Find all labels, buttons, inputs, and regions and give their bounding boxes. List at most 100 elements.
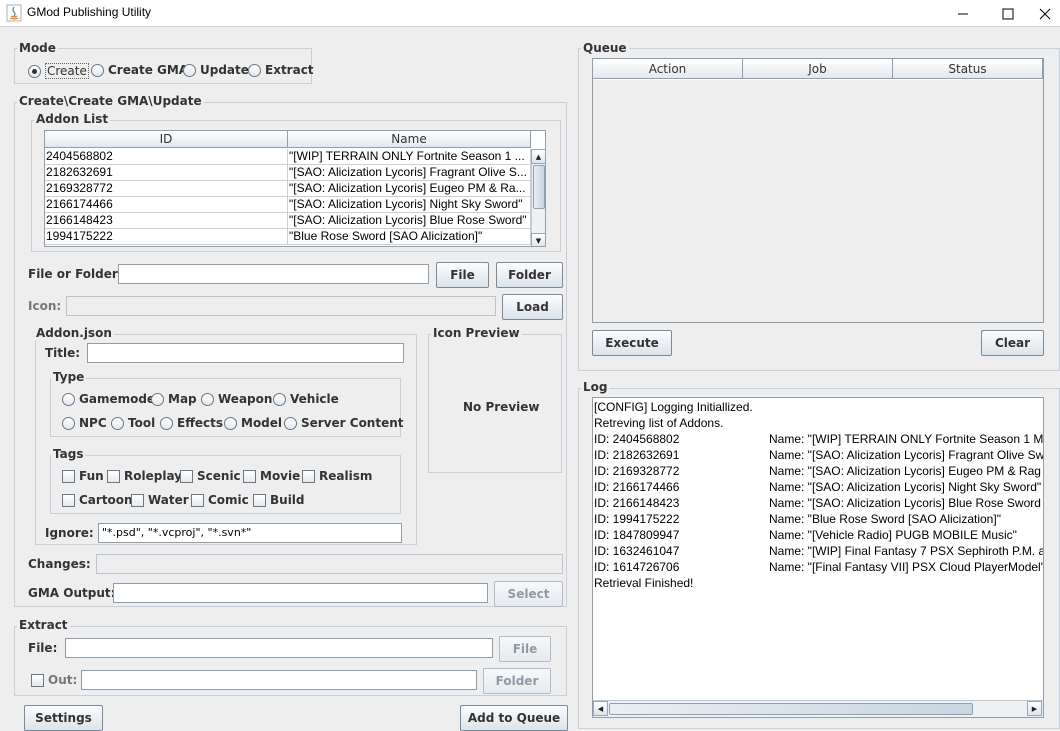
log-title: Log [581,380,610,394]
table-row[interactable]: 2182632691 "[SAO: Alicization Lycoris] Fr… [45,165,531,181]
out-checkbox[interactable]: Out: [31,673,77,687]
type-radio-map[interactable]: Map [151,392,197,406]
extract-file-label: File: [28,641,58,655]
tag-checkbox-comic[interactable]: Comic [191,493,249,507]
log-entry-id: ID: 1847809947 [594,528,680,542]
type-radio-effects[interactable]: Effects [160,416,223,430]
addon-list-title: Addon List [34,112,111,126]
tag-checkbox-water[interactable]: Water [131,493,189,507]
addon-id-cell: 2166174466 [45,197,288,212]
addon-json-title: Addon.json [34,326,114,340]
scroll-left-button[interactable]: ◀ [593,701,608,716]
addon-table-scrollbar[interactable]: ▲ ▼ [531,149,545,246]
queue-table-header: Action Job Status [593,59,1043,79]
addon-name-cell: "[SAO: Alicization Lycoris] Blue Rose Sw… [288,213,531,228]
gma-output-input[interactable] [113,583,488,603]
title-input[interactable] [87,343,404,363]
queue-empty-area [593,80,1043,322]
tag-checkbox-movie[interactable]: Movie [243,469,300,483]
type-radio-vehicle[interactable]: Vehicle [273,392,339,406]
tag-checkbox-realism[interactable]: Realism [302,469,372,483]
tags-title: Tags [51,447,86,461]
type-title: Type [51,370,87,384]
tag-checkbox-cartoon[interactable]: Cartoon [62,493,133,507]
column-job[interactable]: Job [743,59,893,78]
addon-name-cell: "[SAO: Alicization Lycoris] Fragrant Oli… [288,165,531,180]
icon-preview-title: Icon Preview [431,326,522,340]
extract-file-button[interactable]: File [499,636,551,662]
log-entry-name: Name: "[Vehicle Radio] PUGB MOBILE Music… [769,528,1017,542]
gma-output-label: GMA Output: [28,586,116,600]
extract-file-input[interactable] [65,638,493,658]
mode-radio-create-gma[interactable]: Create GMA [91,63,188,77]
close-button[interactable] [1030,0,1060,27]
type-radio-npc[interactable]: NPC [62,416,107,430]
tag-checkbox-fun[interactable]: Fun [62,469,104,483]
close-icon [1039,8,1051,19]
settings-button[interactable]: Settings [24,705,103,731]
create-group-title: Create\Create GMA\Update [17,94,204,108]
log-entry-id: ID: 2182632691 [594,448,680,462]
table-row[interactable]: 2166174466 "[SAO: Alicization Lycoris] Ni… [45,197,531,213]
mode-radio-update[interactable]: Update [183,63,249,77]
tag-checkbox-roleplay[interactable]: Roleplay [107,469,182,483]
type-radio-server-content[interactable]: Server Content [284,416,404,430]
column-status[interactable]: Status [893,59,1043,78]
changes-label: Changes: [28,557,91,571]
queue-table[interactable]: Action Job Status [592,58,1044,323]
type-radio-tool[interactable]: Tool [111,416,155,430]
title-label: Title: [45,346,81,360]
folder-button[interactable]: Folder [496,262,563,288]
clear-button[interactable]: Clear [981,330,1044,356]
log-scroll-thumb[interactable] [609,703,973,715]
addon-table[interactable]: ID Name 2404568802 "[WIP] TERRAIN ONLY Fo… [44,130,546,247]
log-entry-id: ID: 2169328772 [594,464,680,478]
extract-out-input[interactable] [81,670,477,690]
execute-button[interactable]: Execute [592,330,672,356]
table-row[interactable]: 2169328772 "[SAO: Alicization Lycoris] Eu… [45,181,531,197]
ignore-input[interactable]: "*.psd", "*.vcproj", "*.svn*" [98,523,402,543]
scroll-thumb[interactable] [533,165,545,209]
tag-checkbox-scenic[interactable]: Scenic [180,469,241,483]
scroll-right-button[interactable]: ▶ [1027,701,1042,716]
log-entry-name: Name: "[WIP] Final Fantasy 7 PSX Sephiro… [769,544,1044,558]
log-entry-name: Name: "[SAO: Alicization Lycoris] Eugeo … [769,464,1041,478]
table-row[interactable]: 2166148423 "[SAO: Alicization Lycoris] Bl… [45,213,531,229]
scroll-up-button[interactable]: ▲ [531,149,545,164]
file-or-folder-label: File or Folder: [28,267,123,281]
log-entry-name: Name: "Blue Rose Sword [SAO Alicization]… [769,512,1001,526]
title-bar: GMod Publishing Utility [0,0,1060,27]
addon-name-cell: "Blue Rose Sword [SAO Alicization]" [288,229,531,244]
column-name[interactable]: Name [288,131,531,147]
log-entry-name: Name: "[Final Fantasy VII] PSX Cloud Pla… [769,560,1044,574]
type-radio-model[interactable]: Model [224,416,282,430]
log-area[interactable]: [CONFIG] Logging Initiallized. Retreving… [592,397,1044,718]
changes-input [96,554,563,574]
extract-folder-button[interactable]: Folder [483,668,551,694]
java-app-icon [6,4,22,22]
file-button[interactable]: File [436,262,489,288]
maximize-button[interactable] [985,0,1031,27]
tag-checkbox-build[interactable]: Build [253,493,305,507]
icon-input [66,296,496,316]
table-row[interactable]: 1994175222 "Blue Rose Sword [SAO Alicizat… [45,229,531,245]
mode-radio-extract[interactable]: Extract [248,63,314,77]
minimize-button[interactable] [940,0,986,27]
type-radio-gamemode[interactable]: Gamemode [62,392,155,406]
mode-title: Mode [17,41,58,55]
addon-name-cell: "[WIP] TERRAIN ONLY Fortnite Season 1 ..… [288,149,531,164]
column-action[interactable]: Action [593,59,743,78]
load-button[interactable]: Load [502,294,563,320]
addon-name-cell: "[SAO: Alicization Lycoris] Night Sky Sw… [288,197,531,212]
scroll-down-button[interactable]: ▼ [531,233,545,246]
column-id[interactable]: ID [45,131,288,147]
ignore-label: Ignore: [45,526,94,540]
mode-radio-create[interactable]: Create [28,63,89,79]
type-radio-weapon[interactable]: Weapon [201,392,272,406]
table-row[interactable]: 2404568802 "[WIP] TERRAIN ONLY Fortnite S… [45,149,531,165]
file-or-folder-input[interactable] [118,264,429,284]
extract-title: Extract [17,618,70,632]
add-to-queue-button[interactable]: Add to Queue [460,705,568,731]
select-button[interactable]: Select [494,581,563,607]
log-horizontal-scrollbar[interactable]: ◀ ▶ [593,700,1043,717]
